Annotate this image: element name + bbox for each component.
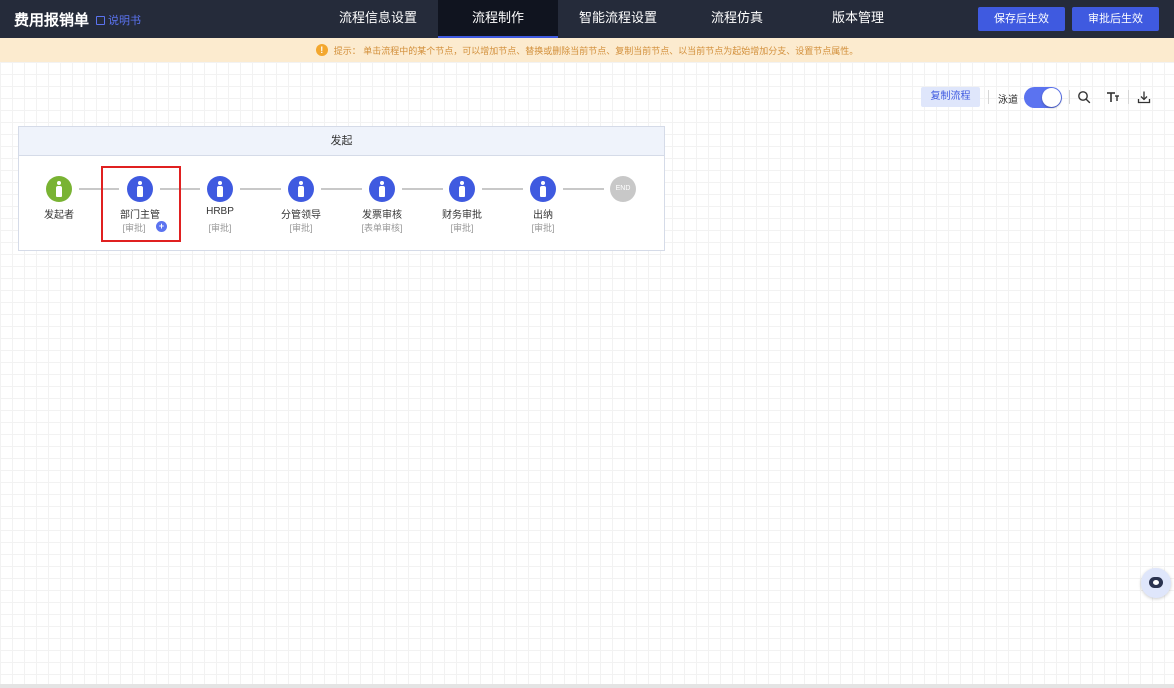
flow-node-invoice-review[interactable] bbox=[369, 176, 395, 202]
node-name: 出纳 bbox=[533, 210, 553, 221]
flow-node-cashier[interactable] bbox=[530, 176, 556, 202]
flow-connector bbox=[402, 188, 443, 190]
save-effective-button[interactable]: 保存后生效 bbox=[978, 7, 1065, 31]
lane-label: 泳道 bbox=[998, 95, 1018, 106]
node-type: [表单审核] bbox=[361, 223, 403, 233]
person-icon bbox=[299, 181, 303, 185]
lane-toggle[interactable] bbox=[1024, 87, 1062, 108]
node-type: [审批] bbox=[531, 223, 555, 233]
flow-connector bbox=[482, 188, 523, 190]
flow-node-supervising-leader[interactable] bbox=[288, 176, 314, 202]
text-format-icon[interactable] bbox=[1106, 90, 1120, 104]
bottom-scroll-track bbox=[0, 684, 1174, 688]
manual-link[interactable]: 说明书 bbox=[96, 12, 141, 28]
tab-process-info-settings[interactable]: 流程信息设置 bbox=[319, 0, 437, 38]
selected-node-highlight bbox=[101, 166, 181, 242]
node-type: [审批] bbox=[450, 223, 474, 233]
tab-version-management[interactable]: 版本管理 bbox=[798, 0, 918, 38]
hint-bar: ! 提示： 单击流程中的某个节点，可以增加节点、替换或删除当前节点、复制当前节点… bbox=[0, 38, 1174, 62]
flow-node-hrbp[interactable] bbox=[207, 176, 233, 202]
book-icon bbox=[96, 15, 105, 25]
node-name: 发起者 bbox=[44, 210, 74, 221]
person-icon bbox=[57, 181, 61, 185]
flow-connector bbox=[240, 188, 281, 190]
top-navigation-bar: 费用报销单 说明书 流程信息设置 流程制作 智能流程设置 流程仿真 版本管理 保… bbox=[0, 0, 1174, 38]
flow-node-initiator[interactable] bbox=[46, 176, 72, 202]
tab-smart-process-settings[interactable]: 智能流程设置 bbox=[560, 0, 676, 38]
tab-process-design[interactable]: 流程制作 bbox=[438, 0, 558, 38]
person-icon bbox=[541, 181, 545, 185]
node-name: HRBP bbox=[206, 206, 234, 217]
flow-end-node: END bbox=[610, 176, 636, 202]
flow-connector bbox=[321, 188, 362, 190]
node-name: 发票审核 bbox=[362, 210, 402, 221]
tab-process-simulation[interactable]: 流程仿真 bbox=[678, 0, 796, 38]
approve-effective-button[interactable]: 审批后生效 bbox=[1072, 7, 1159, 31]
flow-connector bbox=[563, 188, 604, 190]
copy-flow-button[interactable]: 复制流程 bbox=[921, 87, 980, 107]
person-icon bbox=[218, 181, 222, 185]
node-name: 财务审批 bbox=[442, 210, 482, 221]
hint-text: 提示： 单击流程中的某个节点，可以增加节点、替换或删除当前节点、复制当前节点、以… bbox=[333, 45, 859, 56]
lane-title: 发起 bbox=[19, 127, 664, 156]
toolbar-divider bbox=[1128, 90, 1129, 104]
toolbar-divider bbox=[988, 90, 989, 104]
assistant-robot-icon[interactable] bbox=[1141, 568, 1171, 598]
search-icon[interactable] bbox=[1077, 90, 1091, 104]
node-type: [审批] bbox=[289, 223, 313, 233]
node-type: [审批] bbox=[208, 223, 232, 233]
person-icon bbox=[460, 181, 464, 185]
download-icon[interactable] bbox=[1137, 90, 1151, 104]
toolbar-divider bbox=[1069, 90, 1070, 104]
manual-link-label: 说明书 bbox=[108, 15, 141, 27]
toggle-knob bbox=[1042, 88, 1061, 107]
app-title: 费用报销单 bbox=[14, 12, 90, 29]
info-icon: ! bbox=[315, 44, 328, 56]
person-icon bbox=[380, 181, 384, 185]
flow-node-finance-approval[interactable] bbox=[449, 176, 475, 202]
node-name: 分管领导 bbox=[281, 210, 321, 221]
